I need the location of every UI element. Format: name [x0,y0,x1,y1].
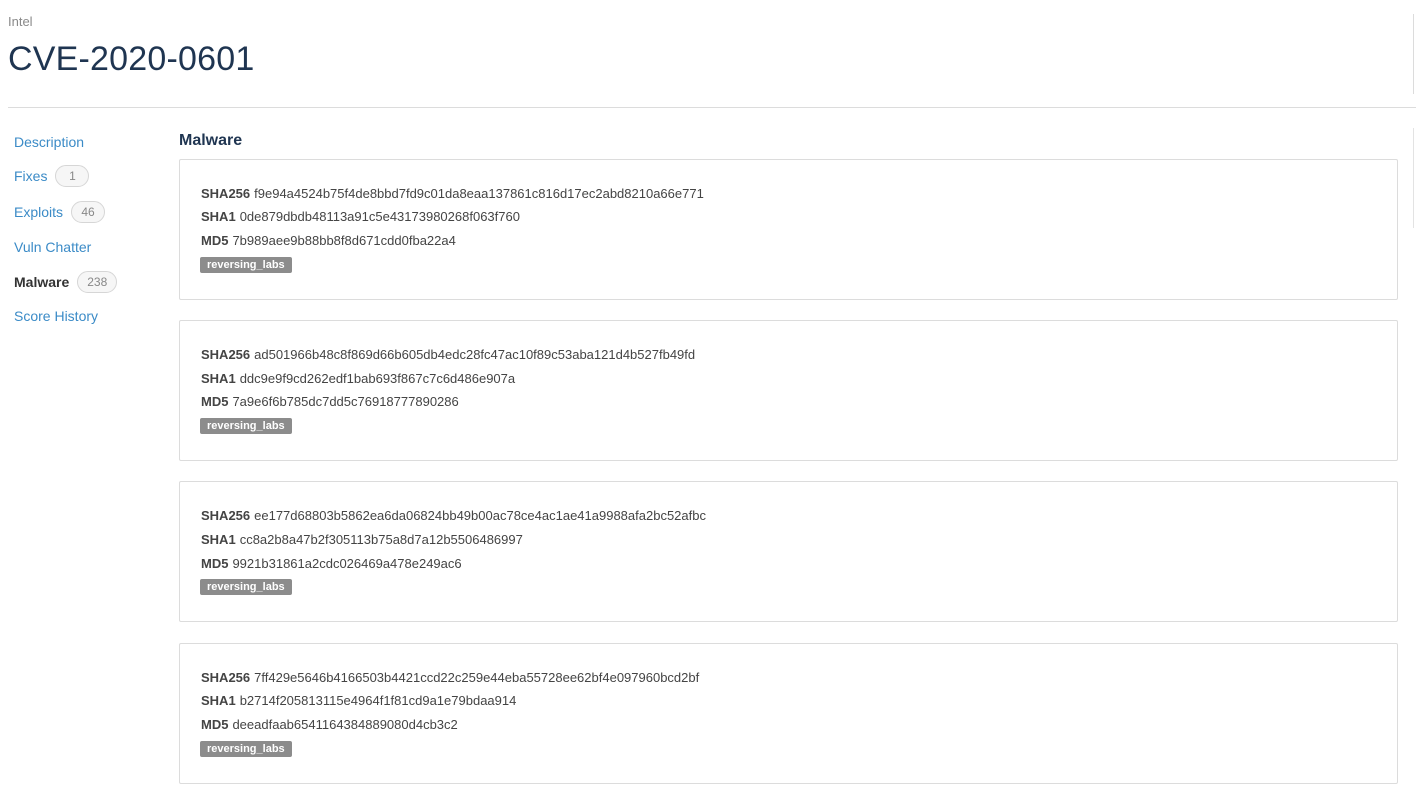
md5-value: 9921b31861a2cdc026469a478e249ac6 [232,556,462,571]
md5-row: MD5 7b989aee9b88bb8f8d671cdd0fba22a4 [201,233,456,248]
malware-card: SHA256 ad501966b48c8f869d66b605db4edc28fc… [179,320,1398,461]
source-tag: reversing_labs [200,741,292,757]
md5-label: MD5 [201,233,229,248]
sha1-value: b2714f205813115e4964f1f81cd9a1e79bdaa914 [239,693,517,708]
sha1-value: 0de879dbdb48113a91c5e43173980268f063f760 [239,209,520,224]
sidebar-item-label: Malware [14,274,70,290]
page-title: CVE-2020-0601 [8,40,255,78]
sidebar-item-label: Description [14,134,85,150]
sidebar-item-score-history[interactable]: Score History [14,306,98,326]
sidebar-item-exploits[interactable]: Exploits 46 [14,201,106,223]
sha1-value: ddc9e9f9cd262edf1bab693f867c7c6d486e907a [239,371,516,386]
sha256-row: SHA256 ee177d68803b5862ea6da06824bb49b00a… [201,508,706,523]
malware-card: SHA256 7ff429e5646b4166503b4421ccd22c259e… [179,643,1398,784]
sha256-row: SHA256 7ff429e5646b4166503b4421ccd22c259e… [201,670,699,685]
section-title: Malware [179,132,243,149]
sidebar-item-label: Fixes [14,168,48,184]
sha1-row: SHA1 cc8a2b8a47b2f305113b75a8d7a12b550648… [201,532,523,547]
sha1-label: SHA1 [201,371,236,386]
sha1-label: SHA1 [201,693,236,708]
sha256-row: SHA256 ad501966b48c8f869d66b605db4edc28fc… [201,347,695,362]
sidebar-item-label: Vuln Chatter [14,239,92,255]
md5-value: deeadfaab6541164384889080d4cb3c2 [232,717,458,732]
sha1-row: SHA1 0de879dbdb48113a91c5e43173980268f063… [201,209,520,224]
md5-value: 7b989aee9b88bb8f8d671cdd0fba22a4 [232,233,456,248]
sha256-label: SHA256 [201,347,251,362]
sha1-row: SHA1 b2714f205813115e4964f1f81cd9a1e79bda… [201,693,516,708]
sha256-label: SHA256 [201,508,251,523]
malware-section: Malware SHA256 f9e94a4524b75f4de8bbd7fd9c… [179,130,1398,784]
sidebar-item-malware[interactable]: Malware 238 [14,271,118,293]
sidebar-item-description[interactable]: Description [14,132,84,152]
sha256-row: SHA256 f9e94a4524b75f4de8bbd7fd9c01da8eaa… [201,186,704,201]
header-divider [8,107,1416,108]
source-tag: reversing_labs [200,418,292,434]
malware-card: SHA256 ee177d68803b5862ea6da06824bb49b00a… [179,481,1398,622]
count-badge: 1 [55,165,90,187]
sha1-row: SHA1 ddc9e9f9cd262edf1bab693f867c7c6d486e… [201,371,515,386]
md5-value: 7a9e6f6b785dc7dd5c76918777890286 [232,394,459,409]
malware-card: SHA256 f9e94a4524b75f4de8bbd7fd9c01da8eaa… [179,159,1398,300]
count-badge: 238 [77,271,118,293]
sha256-value: ee177d68803b5862ea6da06824bb49b00ac78ce4… [254,508,706,523]
md5-label: MD5 [201,717,229,732]
right-panel-edge [1413,14,1414,94]
md5-row: MD5 9921b31861a2cdc026469a478e249ac6 [201,556,462,571]
page: Intel CVE-2020-0601 Description Fixes 1 … [0,0,1416,797]
right-panel-edge [1413,128,1414,228]
sha256-value: f9e94a4524b75f4de8bbd7fd9c01da8eaa137861… [254,186,704,201]
md5-label: MD5 [201,394,229,409]
md5-label: MD5 [201,556,229,571]
sha256-value: 7ff429e5646b4166503b4421ccd22c259e44eba5… [254,670,700,685]
count-badge: 46 [71,201,106,223]
source-tag: reversing_labs [200,579,292,595]
sidebar-item-label: Score History [14,308,99,324]
sha1-value: cc8a2b8a47b2f305113b75a8d7a12b5506486997 [239,532,523,547]
source-tag: reversing_labs [200,257,292,273]
sha1-label: SHA1 [201,209,236,224]
sidebar-item-label: Exploits [14,204,64,220]
sha1-label: SHA1 [201,532,236,547]
page-header: Intel CVE-2020-0601 [8,0,1416,108]
sha256-label: SHA256 [201,670,251,685]
sha256-value: ad501966b48c8f869d66b605db4edc28fc47ac10… [254,347,696,362]
md5-row: MD5 deeadfaab6541164384889080d4cb3c2 [201,717,458,732]
sidebar-item-vuln-chatter[interactable]: Vuln Chatter [14,237,91,257]
breadcrumb[interactable]: Intel [8,14,33,29]
sidebar-item-fixes[interactable]: Fixes 1 [14,165,90,187]
md5-row: MD5 7a9e6f6b785dc7dd5c76918777890286 [201,394,459,409]
sha256-label: SHA256 [201,186,251,201]
